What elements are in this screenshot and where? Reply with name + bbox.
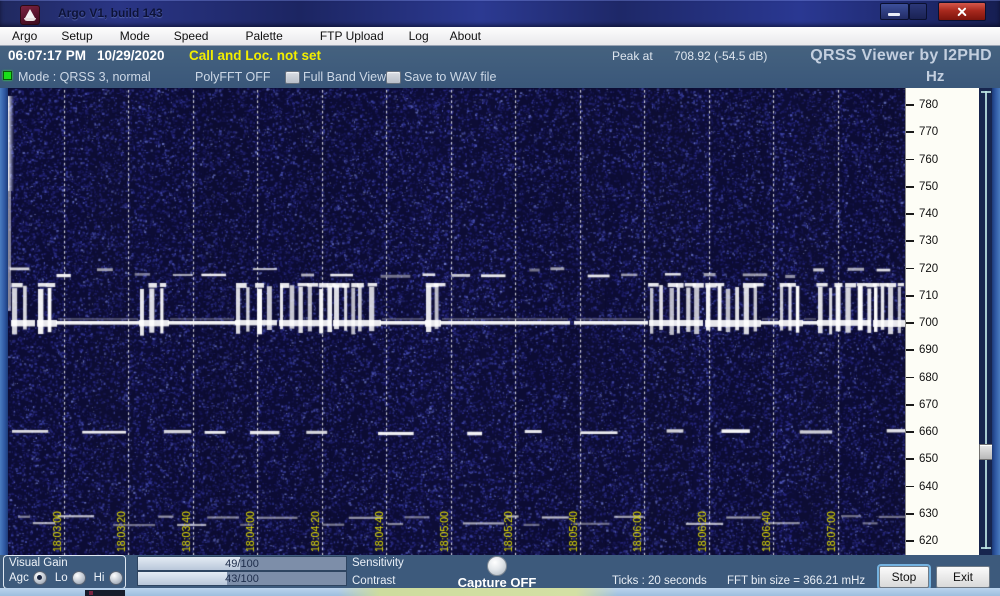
visual-gain-group: Visual Gain Agc Lo Hi <box>3 555 126 589</box>
control-bar: Visual Gain Agc Lo Hi 49/100 43/100 Sensit… <box>0 555 1000 590</box>
freq-tick-720: 720 <box>906 262 938 275</box>
tick-mark <box>906 376 914 379</box>
hull-icon <box>24 18 36 21</box>
hz-unit-label: Hz <box>926 68 945 85</box>
slider-track <box>985 91 987 549</box>
window-title: Argo V1, build 143 <box>58 6 163 20</box>
freq-tick-740: 740 <box>906 208 938 221</box>
freq-tick-700: 700 <box>906 317 938 330</box>
menu-item-palette[interactable]: Palette <box>245 29 282 43</box>
app-brand: QRSS Viewer by I2PHD <box>810 47 992 64</box>
tick-mark <box>906 485 914 488</box>
menu-item-mode[interactable]: Mode <box>120 29 150 43</box>
sensitivity-label: Sensitivity <box>352 557 404 569</box>
menu-item-ftp-upload[interactable]: FTP Upload <box>320 29 384 43</box>
tick-mark <box>906 403 914 406</box>
tick-mark <box>906 267 914 270</box>
radio-label-hi[interactable]: Hi <box>94 572 105 584</box>
freq-tick-760: 760 <box>906 153 938 166</box>
app-icon[interactable] <box>20 5 40 25</box>
minimize-button[interactable] <box>880 3 909 20</box>
tick-mark <box>906 240 914 243</box>
close-button[interactable] <box>938 2 986 21</box>
spectrogram-canvas[interactable] <box>8 88 905 555</box>
peak-value: 708.92 (-54.5 dB) <box>674 49 768 63</box>
radio-label-lo[interactable]: Lo <box>55 572 68 584</box>
tick-mark <box>906 158 914 161</box>
frequency-scale[interactable]: 780 770 760 750 740 730 720 710 700 690 680 670 660 6… <box>905 88 980 555</box>
running-led-icon <box>3 71 12 80</box>
tick-mark <box>906 322 914 324</box>
tick-mark <box>906 458 914 461</box>
freq-tick-670: 670 <box>906 398 938 411</box>
menu-item-argo[interactable]: Argo <box>12 29 37 43</box>
main-area: 780 770 760 750 740 730 720 710 700 690 680 670 660 6… <box>0 88 1000 555</box>
window-border-left <box>0 88 8 555</box>
tick-mark <box>906 185 914 188</box>
clock-time: 06:07:17 PM <box>8 48 87 63</box>
frequency-slider[interactable] <box>979 88 994 555</box>
mode-readout: Mode : QRSS 3, normal <box>18 70 151 84</box>
tick-mark <box>906 104 914 106</box>
fft-bin-readout: FFT bin size = 366.21 mHz <box>727 575 866 587</box>
tick-mark <box>906 431 914 433</box>
radio-label-agc[interactable]: Agc <box>9 572 29 584</box>
title-bar[interactable]: Argo V1, build 143 <box>0 0 1000 27</box>
radio-lo[interactable] <box>71 571 86 585</box>
full-band-view-label[interactable]: Full Band View <box>303 70 386 84</box>
window-border-bottom <box>0 588 1000 596</box>
freq-tick-650: 650 <box>906 453 938 466</box>
freq-tick-780: 780 <box>906 99 938 112</box>
tick-mark <box>906 540 914 542</box>
freq-tick-770: 770 <box>906 126 938 139</box>
save-wav-label[interactable]: Save to WAV file <box>404 70 496 84</box>
freq-tick-680: 680 <box>906 371 938 384</box>
radio-hi[interactable] <box>108 571 123 585</box>
ticks-readout: Ticks : 20 seconds <box>612 575 707 587</box>
clock-date: 10/29/2020 <box>97 48 165 63</box>
freq-tick-750: 750 <box>906 180 938 193</box>
polyfft-readout[interactable]: PolyFFT OFF <box>195 70 270 84</box>
menu-item-speed[interactable]: Speed <box>174 29 209 43</box>
tick-mark <box>906 349 914 352</box>
sensitivity-value: 49/100 <box>225 557 259 570</box>
exit-button[interactable]: Exit <box>936 566 990 588</box>
menu-bar: Argo Setup Mode Speed Palette FTP Upload Log Ab… <box>0 27 1000 46</box>
menu-item-setup[interactable]: Setup <box>61 29 92 43</box>
tick-mark <box>906 512 914 515</box>
freq-tick-630: 630 <box>906 507 938 520</box>
freq-tick-660: 660 <box>906 426 938 439</box>
taskbar-peek <box>85 590 125 596</box>
freq-tick-640: 640 <box>906 480 938 493</box>
window-border-right <box>992 88 1000 555</box>
stop-button[interactable]: Stop <box>879 566 929 588</box>
save-wav-checkbox[interactable] <box>386 71 401 84</box>
full-band-view-checkbox[interactable] <box>285 71 300 84</box>
visual-gain-radios: Agc Lo Hi <box>9 571 123 585</box>
freq-tick-710: 710 <box>906 289 938 302</box>
freq-tick-730: 730 <box>906 235 938 248</box>
contrast-value: 43/100 <box>225 572 259 585</box>
capture-toggle-button[interactable] <box>487 556 507 576</box>
argo-window: Argo V1, build 143 Argo Setup Mode Speed Pal… <box>0 0 1000 596</box>
tick-mark <box>906 294 914 297</box>
menu-item-about[interactable]: About <box>450 29 481 43</box>
tick-mark <box>906 131 914 134</box>
radio-agc[interactable] <box>32 571 47 585</box>
contrast-label: Contrast <box>352 575 396 587</box>
call-locator-warning: Call and Loc. not set <box>189 48 322 63</box>
freq-tick-620: 620 <box>906 535 938 548</box>
sensitivity-slider[interactable]: 49/100 <box>137 556 347 571</box>
contrast-slider[interactable]: 43/100 <box>137 571 347 586</box>
freq-tick-690: 690 <box>906 344 938 357</box>
status-bar: 06:07:17 PM 10/29/2020 Call and Loc. not… <box>0 46 1000 88</box>
sail-icon <box>25 9 35 18</box>
tick-mark <box>906 213 914 215</box>
maximize-button[interactable] <box>909 3 927 20</box>
minimize-icon <box>888 13 900 16</box>
peak-label: Peak at <box>612 49 653 63</box>
menu-item-log[interactable]: Log <box>409 29 429 43</box>
visual-gain-label: Visual Gain <box>9 557 68 569</box>
